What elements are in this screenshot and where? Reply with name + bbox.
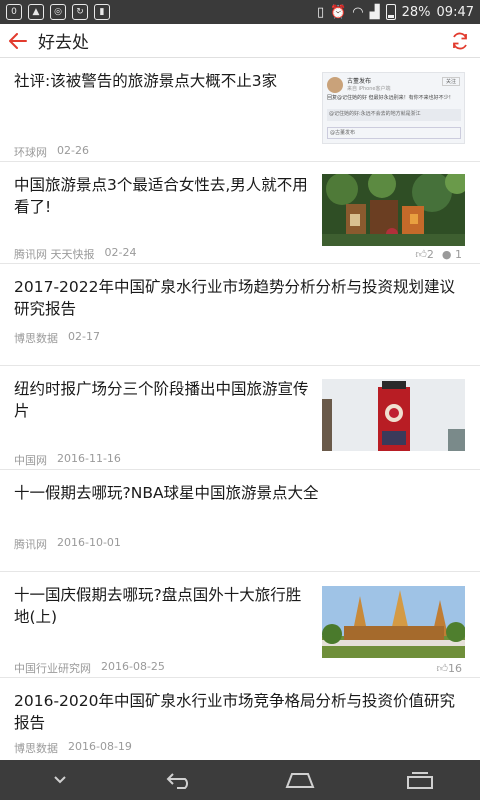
news-source: 中国行业研究网 xyxy=(14,662,91,675)
sync-icon: ↻ xyxy=(72,4,88,20)
comment-icon: ● xyxy=(441,248,452,261)
comment-count: 1 xyxy=(455,248,462,261)
times-square-photo xyxy=(322,379,465,451)
news-item[interactable]: 十一国庆假期去哪玩?盘点国外十大旅行胜地(上) 中国行业研究网 2016-08-… xyxy=(0,572,480,678)
news-source: 腾讯网 xyxy=(14,538,47,551)
news-item[interactable]: 纽约时报广场分三个阶段播出中国旅游宣传片 中国网 2016-11-16 xyxy=(0,366,480,470)
like-count: 16 xyxy=(448,662,462,675)
refresh-icon xyxy=(453,32,467,49)
news-item[interactable]: 中国旅游景点3个最适合女性去,男人就不用看了! 腾讯网 天天快报 02-24 👍… xyxy=(0,162,480,264)
comment-count-group: ● 1 xyxy=(442,248,462,261)
location-icon: ◎ xyxy=(50,4,66,20)
back-icon xyxy=(166,773,188,789)
page-title: 好去处 xyxy=(38,33,89,53)
status-bar: 0 ▲ ◎ ↻ ▮ ▯ ⏰ ◠ ▟ 28% 09:47 xyxy=(0,0,480,24)
back-button[interactable] xyxy=(0,24,36,58)
notification-icon: 0 xyxy=(6,4,22,20)
news-meta: 中国行业研究网 2016-08-25 xyxy=(14,660,165,676)
news-meta: 博思数据 02-17 xyxy=(14,330,100,346)
news-meta: 博思数据 2016-08-19 xyxy=(14,740,132,756)
garden-photo xyxy=(322,174,465,246)
weibo-footer: @古董发布 xyxy=(327,127,461,139)
weibo-via: 来自 iPhone客户端 xyxy=(347,86,391,92)
system-nav-bar xyxy=(0,760,480,800)
weibo-text: 回复@记住她的好 但最好永远别来！有你不来也好不少！ xyxy=(327,95,454,101)
battery-icon xyxy=(385,4,396,20)
engagement-counts: 👍︎16 xyxy=(437,662,463,675)
news-thumbnail xyxy=(322,174,465,246)
news-title: 社评:该被警告的旅游景点大概不止3家 xyxy=(14,72,278,90)
news-item[interactable]: 社评:该被警告的旅游景点大概不止3家 古董发布 来自 iPhone客户端 关注 … xyxy=(0,58,480,162)
news-title: 十一国庆假期去哪玩?盘点国外十大旅行胜地(上) xyxy=(14,586,302,626)
image-icon: ▲ xyxy=(28,4,44,20)
news-meta: 中国网 2016-11-16 xyxy=(14,452,121,468)
recents-icon xyxy=(407,772,433,789)
alarm-icon: ⏰ xyxy=(330,4,347,20)
news-meta: 环球网 02-26 xyxy=(14,144,89,160)
news-date: 2016-08-25 xyxy=(101,660,165,673)
news-item[interactable]: 十一假期去哪玩?NBA球星中国旅游景点大全 腾讯网 2016-10-01 xyxy=(0,470,480,572)
like-count-group: 👍︎2 xyxy=(415,248,434,261)
news-title: 纽约时报广场分三个阶段播出中国旅游宣传片 xyxy=(14,380,309,420)
avatar xyxy=(327,77,343,93)
recents-button[interactable] xyxy=(380,760,460,800)
home-icon xyxy=(285,773,315,788)
news-meta: 腾讯网 天天快报 02-24 xyxy=(14,246,136,262)
news-thumbnail xyxy=(322,379,465,451)
weibo-quote: @记住她的好:永远不会去的地方就是浙江 xyxy=(327,109,461,121)
thumbs-up-icon: 👍︎ xyxy=(436,662,449,675)
like-count: 2 xyxy=(426,248,434,261)
news-date: 02-24 xyxy=(104,246,137,259)
news-thumbnail: 古董发布 来自 iPhone客户端 关注 回复@记住她的好 但最好永远别来！有你… xyxy=(322,72,465,144)
news-source: 博思数据 xyxy=(14,332,58,345)
back-arrow-icon xyxy=(9,32,27,49)
news-date: 2016-08-19 xyxy=(68,740,132,753)
refresh-button[interactable] xyxy=(440,24,480,58)
news-title: 2017-2022年中国矿泉水行业市场趋势分析分析与投资规划建议研究报告 xyxy=(14,278,455,318)
wifi-icon: ◠ xyxy=(352,4,364,20)
follow-label: 关注 xyxy=(441,77,460,86)
news-feed[interactable]: 社评:该被警告的旅游景点大概不止3家 古董发布 来自 iPhone客户端 关注 … xyxy=(0,58,480,760)
hide-keyboard-button[interactable] xyxy=(20,760,100,800)
battery-level: 28% xyxy=(401,4,431,20)
clock: 09:47 xyxy=(436,4,474,20)
news-item[interactable]: 2017-2022年中国矿泉水行业市场趋势分析分析与投资规划建议研究报告 博思数… xyxy=(0,264,480,366)
news-source: 博思数据 xyxy=(14,742,58,755)
news-title: 2016-2020年中国矿泉水行业市场竞争格局分析与投资价值研究报告 xyxy=(14,692,455,732)
news-source: 腾讯网 天天快报 xyxy=(14,248,95,261)
news-date: 02-26 xyxy=(57,144,89,157)
news-title: 中国旅游景点3个最适合女性去,男人就不用看了! xyxy=(14,176,308,216)
news-date: 02-17 xyxy=(68,330,100,343)
news-source: 环球网 xyxy=(14,146,47,159)
news-thumbnail xyxy=(322,586,465,658)
engagement-counts: 👍︎2 ● 1 xyxy=(415,248,462,261)
back-nav-button[interactable] xyxy=(140,760,220,800)
thumbs-up-icon: 👍︎ xyxy=(415,248,427,261)
news-title: 十一假期去哪玩?NBA球星中国旅游景点大全 xyxy=(14,484,319,502)
news-date: 2016-11-16 xyxy=(57,452,121,465)
vibrate-icon: ▯ xyxy=(316,4,325,20)
temple-photo xyxy=(322,586,465,658)
news-item[interactable]: 2016-2020年中国矿泉水行业市场竞争格局分析与投资价值研究报告 博思数据 … xyxy=(0,678,480,760)
weibo-user: 古董发布 xyxy=(347,78,372,85)
news-meta: 腾讯网 2016-10-01 xyxy=(14,536,121,552)
chevron-down-icon xyxy=(54,776,66,784)
sd-icon: ▮ xyxy=(94,4,110,20)
news-source: 中国网 xyxy=(14,454,47,467)
app-header: 好去处 xyxy=(0,24,480,58)
news-date: 2016-10-01 xyxy=(57,536,121,549)
like-count-group: 👍︎16 xyxy=(437,662,463,675)
home-button[interactable] xyxy=(260,760,340,800)
signal-icon: ▟ xyxy=(369,4,380,20)
